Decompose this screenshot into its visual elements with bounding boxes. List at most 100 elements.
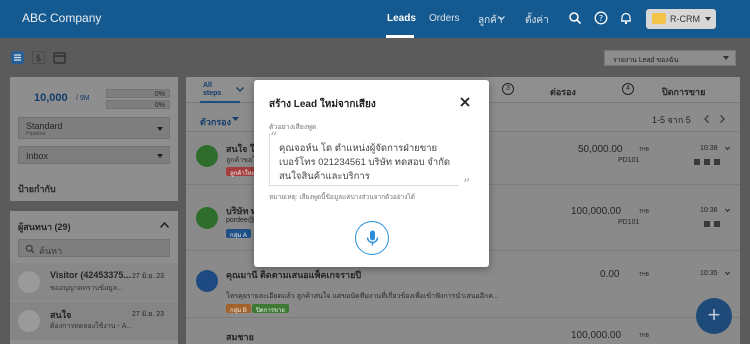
- lead-amount: 50,000.00: [578, 144, 623, 155]
- list-view-icon[interactable]: [11, 51, 24, 64]
- crm-switcher[interactable]: R-CRM: [646, 9, 716, 29]
- conversation-item[interactable]: Visitor (42453375... 27 มิ.ย. 23 ขออนุญา…: [10, 263, 178, 301]
- lead-time: 10:35: [700, 270, 718, 277]
- nav-leads[interactable]: Leads: [387, 13, 416, 24]
- example-text: คุณจอห์น โด ตำแหน่งผู้จัดการฝ่ายขาย เบอร…: [279, 143, 451, 182]
- calendar-view-icon[interactable]: [53, 51, 66, 64]
- chevron-up-icon[interactable]: [160, 222, 169, 228]
- row-action-icons[interactable]: [694, 158, 722, 166]
- target-unit: / 9M: [76, 95, 90, 102]
- report-select-value: รายงาน Lead ของฉัน: [613, 57, 679, 64]
- chevron-left-icon[interactable]: [704, 115, 709, 123]
- caret-down-icon: [705, 17, 711, 21]
- caret-down-icon: [723, 56, 729, 60]
- brand-name[interactable]: ABC Company: [22, 11, 101, 25]
- chevron-down-icon[interactable]: [725, 271, 730, 276]
- conversations-title: ผู้สนทนา (29): [18, 222, 71, 232]
- lead-time: 10:36: [700, 207, 718, 214]
- avatar: [18, 310, 40, 332]
- dollar-view-icon[interactable]: $: [32, 51, 45, 64]
- lead-tag: ปิดการขาย: [252, 304, 289, 314]
- chevron-down-icon[interactable]: [725, 146, 730, 151]
- report-select[interactable]: รายงาน Lead ของฉัน: [604, 50, 736, 66]
- lead-currency: THB: [639, 272, 649, 278]
- lead-amount: 100,000.00: [571, 206, 622, 217]
- progress-bar-2: 0%: [106, 100, 170, 109]
- conversation-name: Visitor (42453375...: [50, 270, 131, 280]
- modal-note: หมายเหตุ: เสียงพูดนี้ข้อมูลแค่บางส่วนจาก…: [269, 194, 415, 201]
- step-4-number: 4: [622, 83, 634, 95]
- caret-down-icon: [157, 154, 163, 158]
- conversation-name: สนใจ: [50, 310, 72, 320]
- company-avatar-icon: [196, 207, 218, 229]
- lead-product-code: PD101: [618, 219, 640, 226]
- lead-tag: กลุ่ม A: [226, 229, 251, 239]
- voice-lead-modal: สร้าง Lead ใหม่จากเสียง ตัวอย่างเสียงพูด…: [254, 80, 489, 267]
- modal-title: สร้าง Lead ใหม่จากเสียง: [269, 99, 376, 110]
- chevron-down-icon: [498, 16, 505, 21]
- crm-logo-icon: [652, 13, 666, 24]
- pipeline-value: Standard: [26, 121, 63, 131]
- search-placeholder: ค้นหา: [39, 246, 63, 256]
- lead-currency: THB: [639, 147, 649, 153]
- active-tab-indicator: [200, 101, 240, 103]
- pagination-text: 1-5 จาก 5: [652, 115, 691, 125]
- filter-button[interactable]: ตัวกรอง: [200, 115, 231, 129]
- top-navbar: ABC Company Leads Orders ลูกค้า ตั้งค่า …: [0, 0, 750, 38]
- step-4-label[interactable]: ปิดการขาย: [662, 85, 705, 99]
- step-3-label[interactable]: ต่อรอง: [550, 85, 576, 99]
- inbox-select[interactable]: Inbox: [18, 146, 170, 164]
- lead-row[interactable]: คุณมานี ติดตามเสนอแพ็คเกจรายปี โทรคุยราย…: [186, 262, 740, 318]
- step-3-number: 3: [502, 83, 514, 95]
- search-icon: [25, 244, 35, 254]
- conversation-preview: ต้องการทดลองใช้งาน - A...: [50, 323, 133, 330]
- nav-active-indicator: [386, 35, 414, 38]
- pipeline-caption: Pipeline: [26, 131, 46, 137]
- person-avatar-icon: [196, 270, 218, 292]
- nav-settings[interactable]: ตั้งค่า: [525, 13, 549, 28]
- avatar: [18, 271, 40, 293]
- chevron-down-icon[interactable]: [725, 208, 730, 213]
- lead-time: 10:38: [700, 145, 718, 152]
- chevron-right-icon[interactable]: [720, 115, 725, 123]
- conversations-panel: ผู้สนทนา (29) ค้นหา Visitor (42453375...…: [10, 211, 178, 344]
- svg-text:$: $: [36, 54, 42, 64]
- microphone-icon: [366, 230, 379, 246]
- inbox-value: Inbox: [26, 151, 49, 161]
- search-icon[interactable]: [568, 11, 582, 25]
- crm-label: R-CRM: [670, 14, 700, 24]
- lead-row[interactable]: สมชาย 100,000.00 THB: [186, 327, 740, 344]
- nav-orders[interactable]: Orders: [429, 13, 460, 24]
- svg-text:?: ?: [599, 14, 603, 23]
- caret-down-icon: [157, 127, 163, 131]
- caret-down-icon: [232, 117, 239, 121]
- pipeline-select[interactable]: Standard Pipeline: [18, 117, 170, 139]
- tab-all-steps[interactable]: All steps: [203, 82, 227, 98]
- lead-amount: 100,000.00: [571, 330, 622, 341]
- add-lead-fab-button[interactable]: +: [696, 298, 732, 334]
- lead-subtitle: โทรคุยรายละเอียดแล้ว ลูกค้าสนใจ แต่ขอนัด…: [226, 293, 499, 300]
- row-action-icons[interactable]: [704, 220, 722, 228]
- conversation-time: 27 มิ.ย. 23: [132, 311, 165, 318]
- bell-icon[interactable]: [619, 11, 633, 25]
- target-amount: 10,000: [34, 92, 68, 104]
- lead-currency: THB: [639, 333, 649, 339]
- lead-amount: 0.00: [600, 269, 620, 280]
- conversation-time: 27 มิ.ย. 23: [132, 273, 165, 280]
- lead-product-code: PD101: [618, 157, 640, 164]
- open-quote-icon: “: [270, 130, 278, 146]
- lead-tag: กลุ่ม B: [226, 304, 251, 314]
- help-icon[interactable]: ?: [594, 11, 608, 25]
- close-icon[interactable]: [458, 95, 472, 109]
- chevron-down-icon[interactable]: [236, 87, 244, 92]
- conversation-item[interactable]: สนใจ 27 มิ.ย. 23 ต้องการทดลองใช้งาน - A.…: [10, 302, 178, 340]
- lead-title: สมชาย: [226, 332, 254, 342]
- lead-currency: THB: [639, 209, 649, 215]
- conversation-search[interactable]: ค้นหา: [18, 239, 170, 257]
- summary-panel: 10,000 / 9M 0% 0% Standard Pipeline Inbo…: [10, 77, 178, 201]
- close-quote-icon: ”: [463, 177, 471, 193]
- example-quote: “ คุณจอห์น โด ตำแหน่งผู้จัดการฝ่ายขาย เบ…: [269, 130, 475, 193]
- lead-title: คุณมานี ติดตามเสนอแพ็คเกจรายปี: [226, 270, 362, 280]
- microphone-button[interactable]: [355, 221, 389, 255]
- conversation-preview: ขออนุญาตทราบข้อมูล...: [50, 285, 123, 292]
